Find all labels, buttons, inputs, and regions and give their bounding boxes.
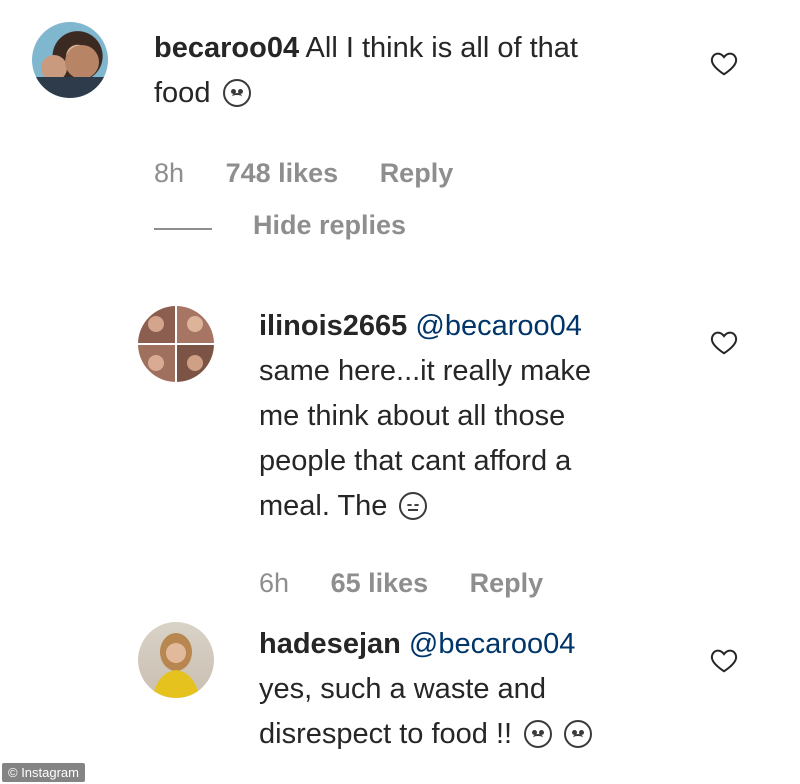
comment-body: ilinois2665 @becaroo04 same here...it re… [259, 304, 679, 529]
avatar-photo [138, 306, 214, 382]
comment-time[interactable]: 6h [259, 568, 289, 598]
mention-link[interactable]: @becaroo04 [409, 628, 576, 660]
comment-body: hadesejan @becaroo04 yes, such a waste a… [259, 622, 719, 757]
like-heart-icon[interactable] [709, 48, 739, 78]
comment-line: meal. The [259, 490, 388, 522]
avatar[interactable] [32, 22, 108, 98]
hide-replies-button[interactable]: Hide replies [253, 210, 406, 241]
comment-line: me think about all those [259, 400, 566, 432]
comment-text-cont: food [154, 77, 211, 109]
comment-meta: 6h 65 likes Reply [259, 568, 577, 599]
comment-line: disrespect to food !! [259, 718, 513, 750]
comment-likes[interactable]: 748 likes [226, 158, 339, 188]
mention-link[interactable]: @becaroo04 [415, 310, 582, 342]
frowning-face-icon [564, 720, 593, 748]
reply-button[interactable]: Reply [380, 158, 454, 188]
avatar-photo [152, 633, 200, 698]
comment-line: yes, such a waste and [259, 673, 546, 705]
comment-username[interactable]: becaroo04 [154, 32, 299, 64]
pensive-face-icon [399, 492, 428, 520]
comment-line: same here...it really make [259, 355, 592, 387]
comment-line: people that cant afford a [259, 445, 572, 477]
comment-body: becaroo04 All I think is all of that foo… [154, 26, 674, 116]
comment-username[interactable]: hadesejan [259, 628, 401, 660]
comment-likes[interactable]: 65 likes [331, 568, 429, 598]
comment-time[interactable]: 8h [154, 158, 184, 188]
weary-face-icon [222, 79, 251, 107]
like-heart-icon[interactable] [709, 327, 739, 357]
avatar-photo [32, 45, 108, 98]
reply-button[interactable]: Reply [470, 568, 544, 598]
crying-face-icon [524, 720, 553, 748]
instagram-watermark: © Instagram [2, 763, 85, 782]
hide-replies-line [154, 228, 212, 230]
comment-username[interactable]: ilinois2665 [259, 310, 407, 342]
comment-text: All I think is all of that [305, 32, 578, 64]
avatar[interactable] [138, 622, 214, 698]
comment-meta: 8h 748 likes Reply [154, 158, 487, 189]
avatar[interactable] [138, 306, 214, 382]
like-heart-icon[interactable] [709, 645, 739, 675]
